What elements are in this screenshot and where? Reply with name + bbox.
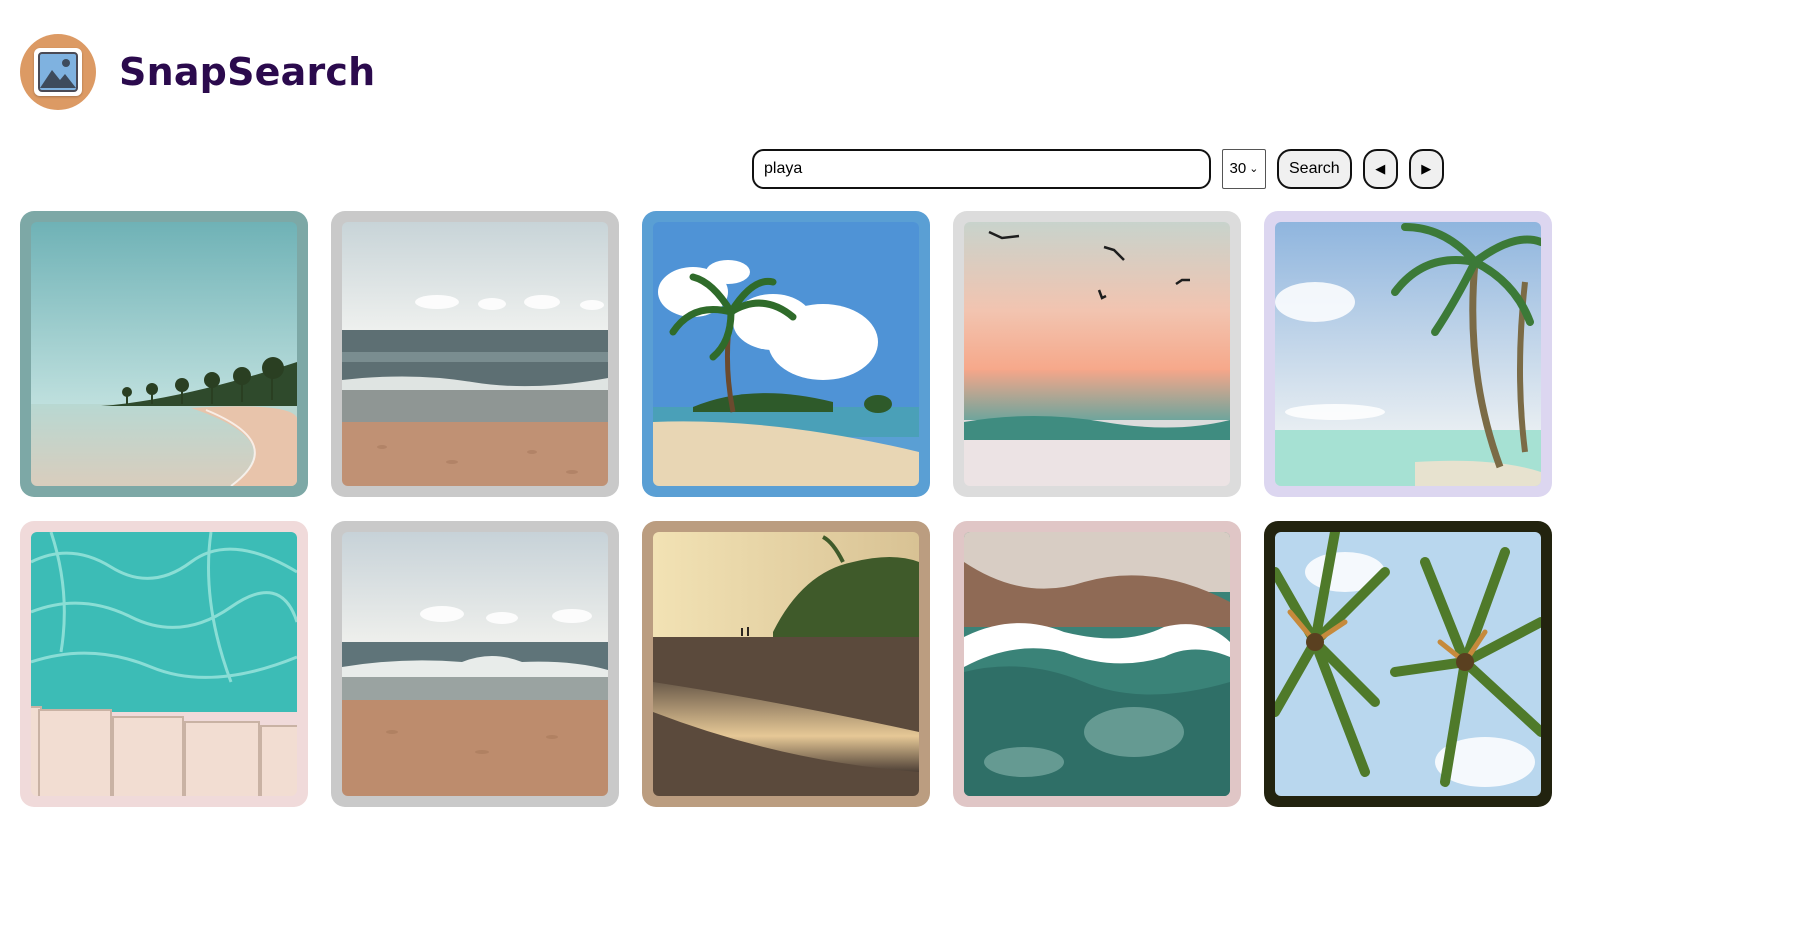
- result-card[interactable]: [1264, 211, 1552, 497]
- search-toolbar: 30 ⌄ Search ◀ ▶: [752, 148, 1444, 189]
- result-card[interactable]: [1264, 521, 1552, 807]
- result-photo: [653, 532, 919, 796]
- app-header: SnapSearch: [20, 34, 375, 110]
- result-photo: [964, 222, 1230, 486]
- app-logo: [20, 34, 96, 110]
- result-photo: [964, 532, 1230, 796]
- search-button[interactable]: Search: [1277, 148, 1352, 189]
- chevron-down-icon: ⌄: [1249, 163, 1259, 175]
- triangle-right-icon: ▶: [1421, 160, 1432, 176]
- result-photo: [653, 222, 919, 486]
- results-count-value: 30: [1229, 160, 1247, 177]
- result-card[interactable]: [642, 211, 930, 497]
- previous-page-button[interactable]: ◀: [1362, 148, 1398, 189]
- result-photo: [1275, 222, 1541, 486]
- result-card[interactable]: [953, 521, 1241, 807]
- next-page-button[interactable]: ▶: [1408, 148, 1444, 189]
- results-grid: [20, 211, 1552, 807]
- result-card[interactable]: [20, 521, 308, 807]
- results-count-select[interactable]: 30 ⌄: [1222, 148, 1266, 189]
- app-title: SnapSearch: [119, 50, 376, 94]
- result-photo: [1275, 532, 1541, 796]
- triangle-left-icon: ◀: [1375, 160, 1386, 176]
- result-card[interactable]: [953, 211, 1241, 497]
- result-card[interactable]: [20, 211, 308, 497]
- result-photo: [31, 532, 297, 796]
- image-icon: [34, 48, 82, 96]
- result-card[interactable]: [331, 211, 619, 497]
- result-photo: [31, 222, 297, 486]
- result-photo: [342, 222, 608, 486]
- result-card[interactable]: [642, 521, 930, 807]
- result-card[interactable]: [331, 521, 619, 807]
- search-input[interactable]: [752, 148, 1211, 189]
- result-photo: [342, 532, 608, 796]
